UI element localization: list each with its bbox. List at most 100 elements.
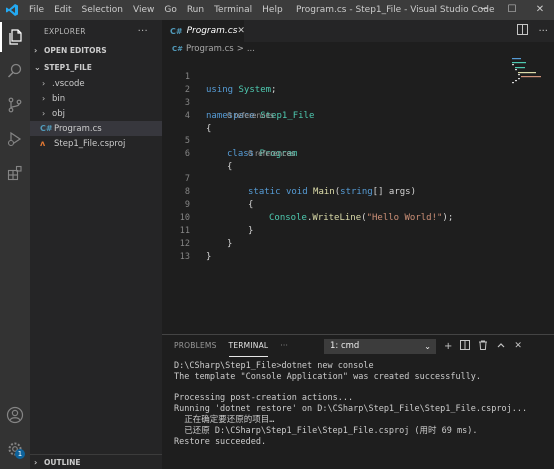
code-editor[interactable]: 1 using System; 2 3 namespace Step1_File… <box>162 56 554 334</box>
chevron-right-icon: › <box>42 109 46 118</box>
terminal-line: 正在确定要还原的项目… <box>174 414 275 425</box>
terminal-line: Restore succeeded. <box>174 436 267 447</box>
panel-more-button[interactable]: ··· <box>280 335 288 357</box>
code-line: 10 } <box>162 199 554 236</box>
chevron-down-icon: ⌄ <box>34 63 41 72</box>
title-bar: File Edit Selection View Go Run Terminal… <box>0 0 554 20</box>
code-line: 8 { <box>162 173 554 210</box>
close-tab-icon[interactable]: ✕ <box>237 26 245 36</box>
tab-problems[interactable]: PROBLEMS <box>174 335 217 357</box>
settings-gear-icon[interactable] <box>0 434 30 464</box>
chevron-right-icon: › <box>34 457 38 467</box>
tree-item-bin[interactable]: › bin <box>30 91 162 106</box>
tab-program-cs[interactable]: C# Program.cs ✕ <box>162 20 245 42</box>
csharp-file-icon: C# <box>170 26 183 36</box>
tree-item-vscode[interactable]: › .vscode <box>30 76 162 91</box>
code-line: 3 namespace Step1_File <box>162 84 554 121</box>
terminal-select[interactable]: 1: cmd ⌄ <box>324 339 436 354</box>
codelens-references[interactable]: 0 references <box>248 148 295 159</box>
window-controls: ─ ☐ ✕ <box>470 0 554 20</box>
editor-tab-bar: C# Program.cs ✕ ··· <box>162 20 554 42</box>
explorer-more-button[interactable]: ··· <box>138 26 148 37</box>
breadcrumb-file[interactable]: Program.cs <box>186 44 234 54</box>
code-line: 9 Console.WriteLine("Hello World!"); <box>162 186 554 223</box>
new-terminal-icon[interactable]: + <box>444 341 452 352</box>
run-debug-icon[interactable] <box>0 124 30 154</box>
terminal-output[interactable]: D:\CSharp\Step1_File>dotnet new console … <box>174 361 550 447</box>
menu-help[interactable]: Help <box>257 0 288 20</box>
activity-bar: 1 <box>0 20 30 469</box>
explorer-header: EXPLORER ··· <box>30 20 162 42</box>
menu-file[interactable]: File <box>24 0 49 20</box>
menu-run[interactable]: Run <box>182 0 209 20</box>
folder-section[interactable]: ⌄ STEP1_FILE <box>30 59 162 76</box>
menu-go[interactable]: Go <box>159 0 181 20</box>
terminal-line: Processing post-creation actions... <box>174 393 354 404</box>
chevron-down-icon: ⌄ <box>424 342 431 351</box>
menu-view[interactable]: View <box>128 0 159 20</box>
folder-label: STEP1_FILE <box>44 63 92 72</box>
tree-item-csproj[interactable]: ᴧ Step1_File.csproj <box>30 136 162 151</box>
menu-terminal[interactable]: Terminal <box>209 0 257 20</box>
maximize-button[interactable]: ☐ <box>498 0 526 20</box>
breadcrumb-separator: > <box>236 44 244 54</box>
window-title: Program.cs - Step1_File - Visual Studio … <box>296 5 495 15</box>
tree-item-program-cs[interactable]: C# Program.cs <box>30 121 162 136</box>
menu-edit[interactable]: Edit <box>49 0 76 20</box>
source-control-icon[interactable] <box>0 90 30 120</box>
tab-terminal[interactable]: TERMINAL <box>228 335 269 357</box>
split-terminal-icon[interactable] <box>460 339 471 353</box>
panel-actions: + ✕ <box>444 335 522 357</box>
code-line: 1 using System; <box>162 58 554 95</box>
breadcrumb: C# Program.cs > ... <box>162 42 554 56</box>
line-number: 13 <box>179 252 190 262</box>
tab-label: Program.cs <box>186 26 238 36</box>
maximize-panel-icon[interactable] <box>496 340 506 353</box>
more-actions-icon[interactable]: ··· <box>538 26 548 37</box>
extensions-icon[interactable] <box>0 158 30 188</box>
terminal-line: 已还原 D:\CSharp\Step1_File\Step1_File.cspr… <box>174 425 478 436</box>
code-line: 7 static void Main(string[] args) <box>162 160 554 197</box>
tree-item-obj[interactable]: › obj <box>30 106 162 121</box>
code-line: 12 } <box>162 225 554 262</box>
code-line: 2 <box>162 71 554 95</box>
csharp-file-icon: C# <box>40 124 53 133</box>
code-line: 4 { <box>162 97 554 134</box>
code-line: 11 } <box>162 212 554 249</box>
open-editors-section[interactable]: › OPEN EDITORS <box>30 42 162 59</box>
terminal-line: The template "Console Application" was c… <box>174 371 482 382</box>
terminal-line: Running 'dotnet restore' on D:\CSharp\St… <box>174 404 528 415</box>
chevron-right-icon: › <box>42 79 46 88</box>
search-icon[interactable] <box>0 56 30 86</box>
codelens-references[interactable]: 0 references <box>227 110 274 121</box>
chevron-right-icon: › <box>34 46 38 55</box>
menu-bar: File Edit Selection View Go Run Terminal… <box>24 0 288 20</box>
code-line: 13 <box>162 238 554 262</box>
tree-item-label: Program.cs <box>54 123 102 134</box>
rss-file-icon: ᴧ <box>40 139 46 148</box>
menu-selection[interactable]: Selection <box>77 0 128 20</box>
close-window-button[interactable]: ✕ <box>526 0 554 20</box>
explorer-sidebar: EXPLORER ··· › OPEN EDITORS ⌄ STEP1_FILE… <box>30 20 162 469</box>
code-line: 5 class Program <box>162 122 554 159</box>
outline-label: OUTLINE <box>44 457 81 467</box>
account-icon[interactable] <box>0 400 30 430</box>
tree-item-label: Step1_File.csproj <box>54 138 126 149</box>
tree-item-label: bin <box>52 93 66 104</box>
split-editor-icon[interactable] <box>517 24 529 38</box>
editor-actions: ··· <box>517 20 548 42</box>
outline-section[interactable]: › OUTLINE <box>30 454 162 469</box>
breadcrumb-more[interactable]: ... <box>247 44 255 54</box>
minimize-button[interactable]: ─ <box>470 0 498 20</box>
settings-update-badge: 1 <box>15 449 25 459</box>
chevron-right-icon: › <box>42 94 46 103</box>
tree-item-label: .vscode <box>52 78 85 89</box>
explorer-icon[interactable] <box>0 22 30 52</box>
csharp-file-icon: C# <box>172 45 184 53</box>
close-panel-icon[interactable]: ✕ <box>514 341 522 351</box>
tree-item-label: obj <box>52 108 65 119</box>
terminal-select-value: 1: cmd <box>330 341 360 351</box>
trash-icon[interactable] <box>478 340 488 353</box>
code-line: 6 { <box>162 135 554 172</box>
